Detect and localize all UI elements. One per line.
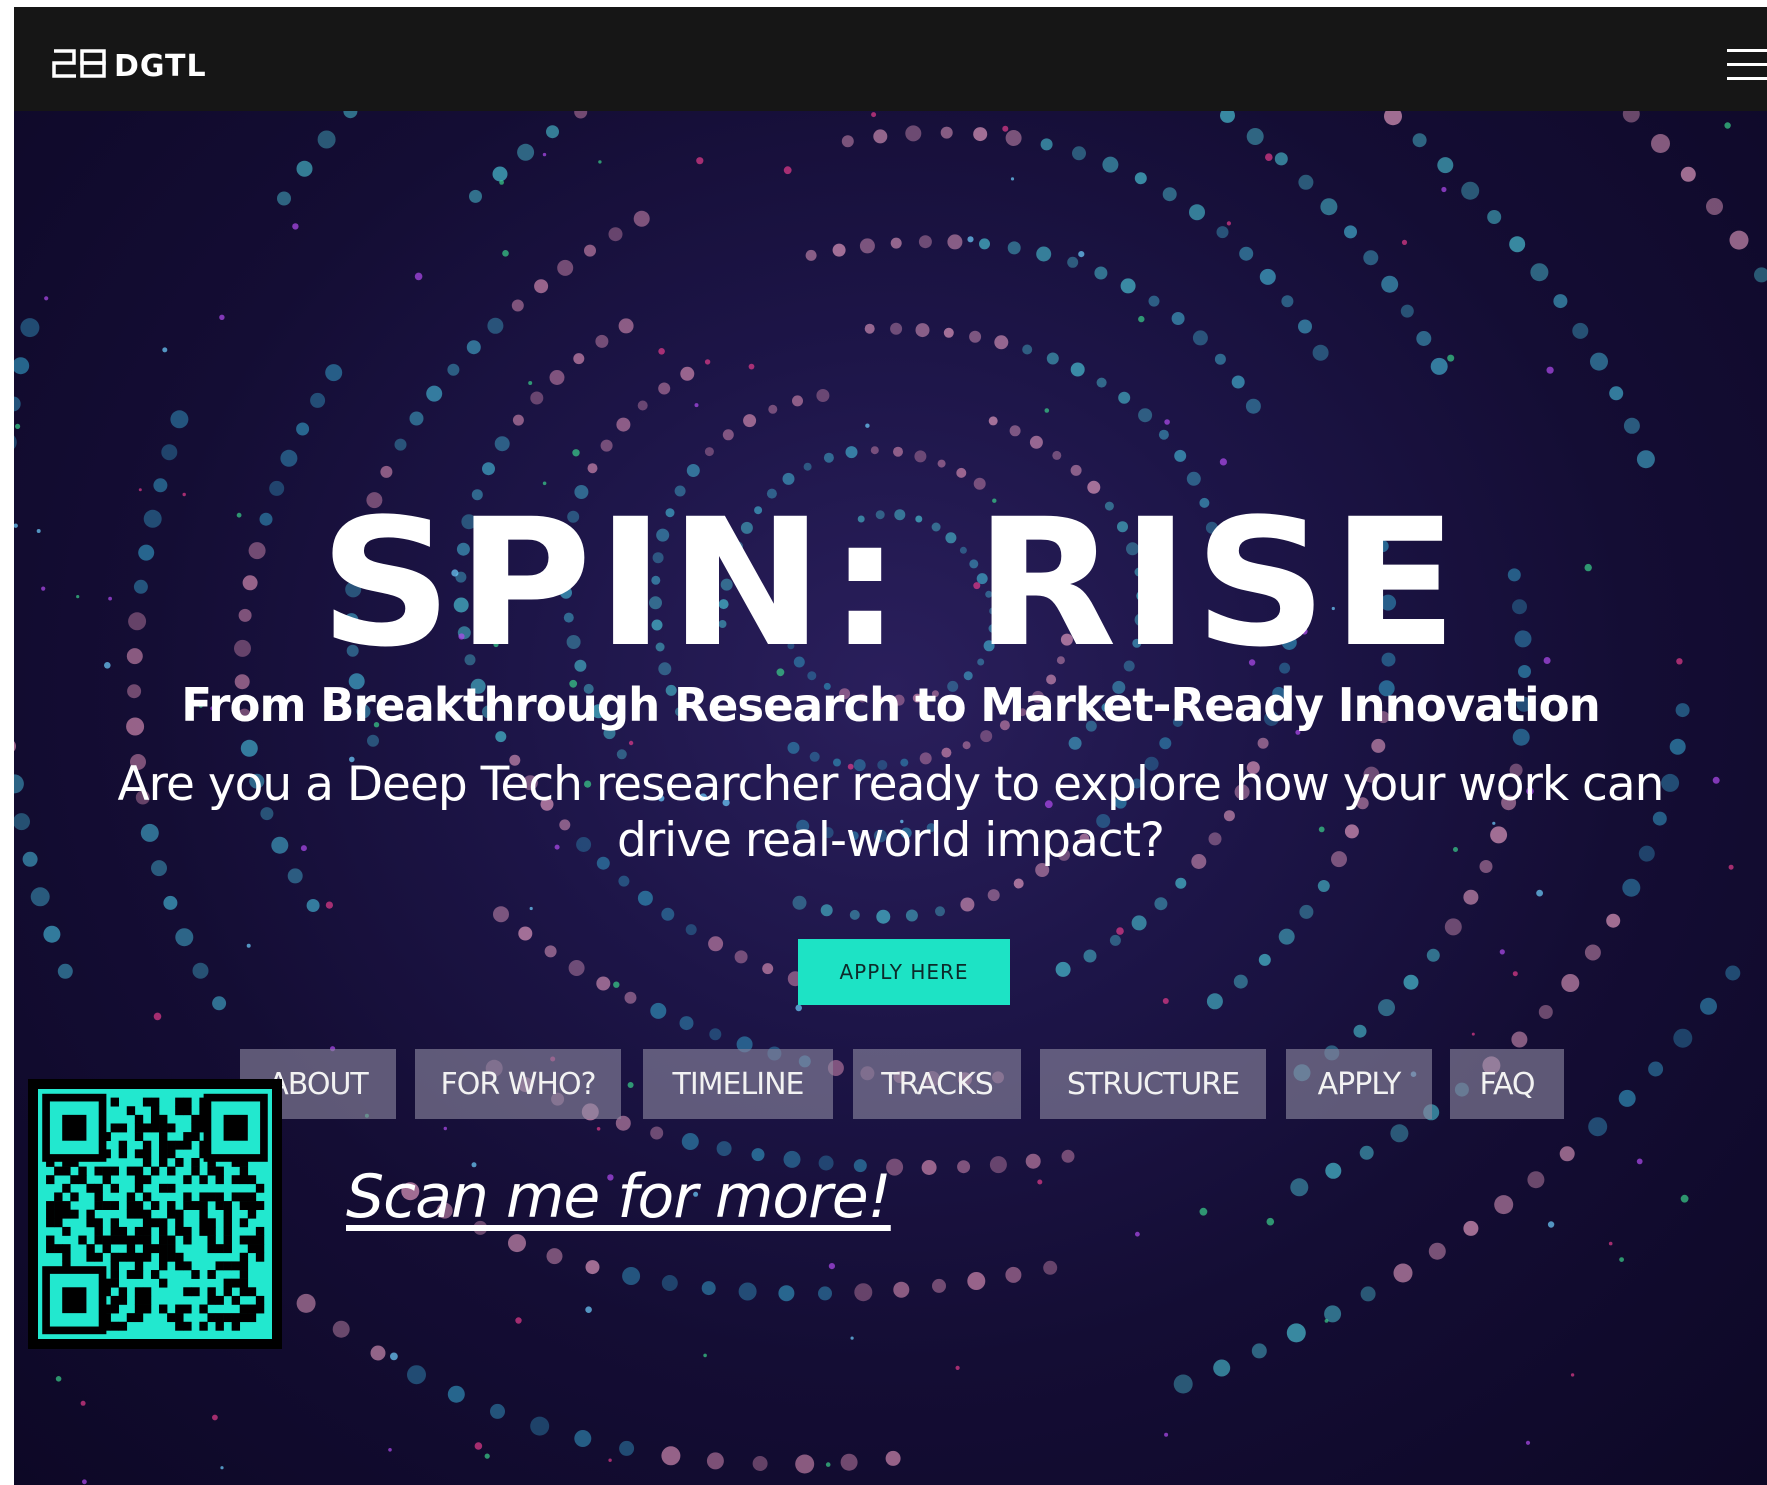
- page-frame: DGTL SPIN: RISE From Breakthrough Resear…: [14, 7, 1767, 1485]
- nav-item-structure[interactable]: STRUCTURE: [1040, 1049, 1266, 1119]
- hero-title: SPIN: RISE: [319, 481, 1462, 686]
- logo[interactable]: DGTL: [52, 43, 252, 85]
- qr-code[interactable]: [28, 1079, 282, 1349]
- scan-me-link[interactable]: Scan me for more!: [346, 1162, 892, 1232]
- nav-item-tracks[interactable]: TRACKS: [853, 1049, 1021, 1119]
- logo-mark-icon: [52, 49, 106, 78]
- apply-here-button[interactable]: APPLY HERE: [798, 939, 1010, 1005]
- qr-code-icon: [38, 1089, 272, 1339]
- nav-item-timeline[interactable]: TIMELINE: [643, 1049, 833, 1119]
- nav-item-faq[interactable]: FAQ: [1450, 1049, 1564, 1119]
- top-navigation-bar: DGTL: [14, 7, 1767, 111]
- hero-question-line-1: Are you a Deep Tech researcher ready to …: [117, 757, 1665, 812]
- hero-subtitle: From Breakthrough Research to Market-Rea…: [181, 678, 1600, 732]
- nav-item-for-who[interactable]: FOR WHO?: [415, 1049, 621, 1119]
- hero-question-line-2: drive real-world impact?: [617, 813, 1165, 868]
- nav-item-apply[interactable]: APPLY: [1286, 1049, 1432, 1119]
- logo-text: DGTL: [114, 49, 207, 84]
- hamburger-menu-icon[interactable]: [1723, 45, 1767, 85]
- hero-question: Are you a Deep Tech researcher ready to …: [14, 757, 1767, 869]
